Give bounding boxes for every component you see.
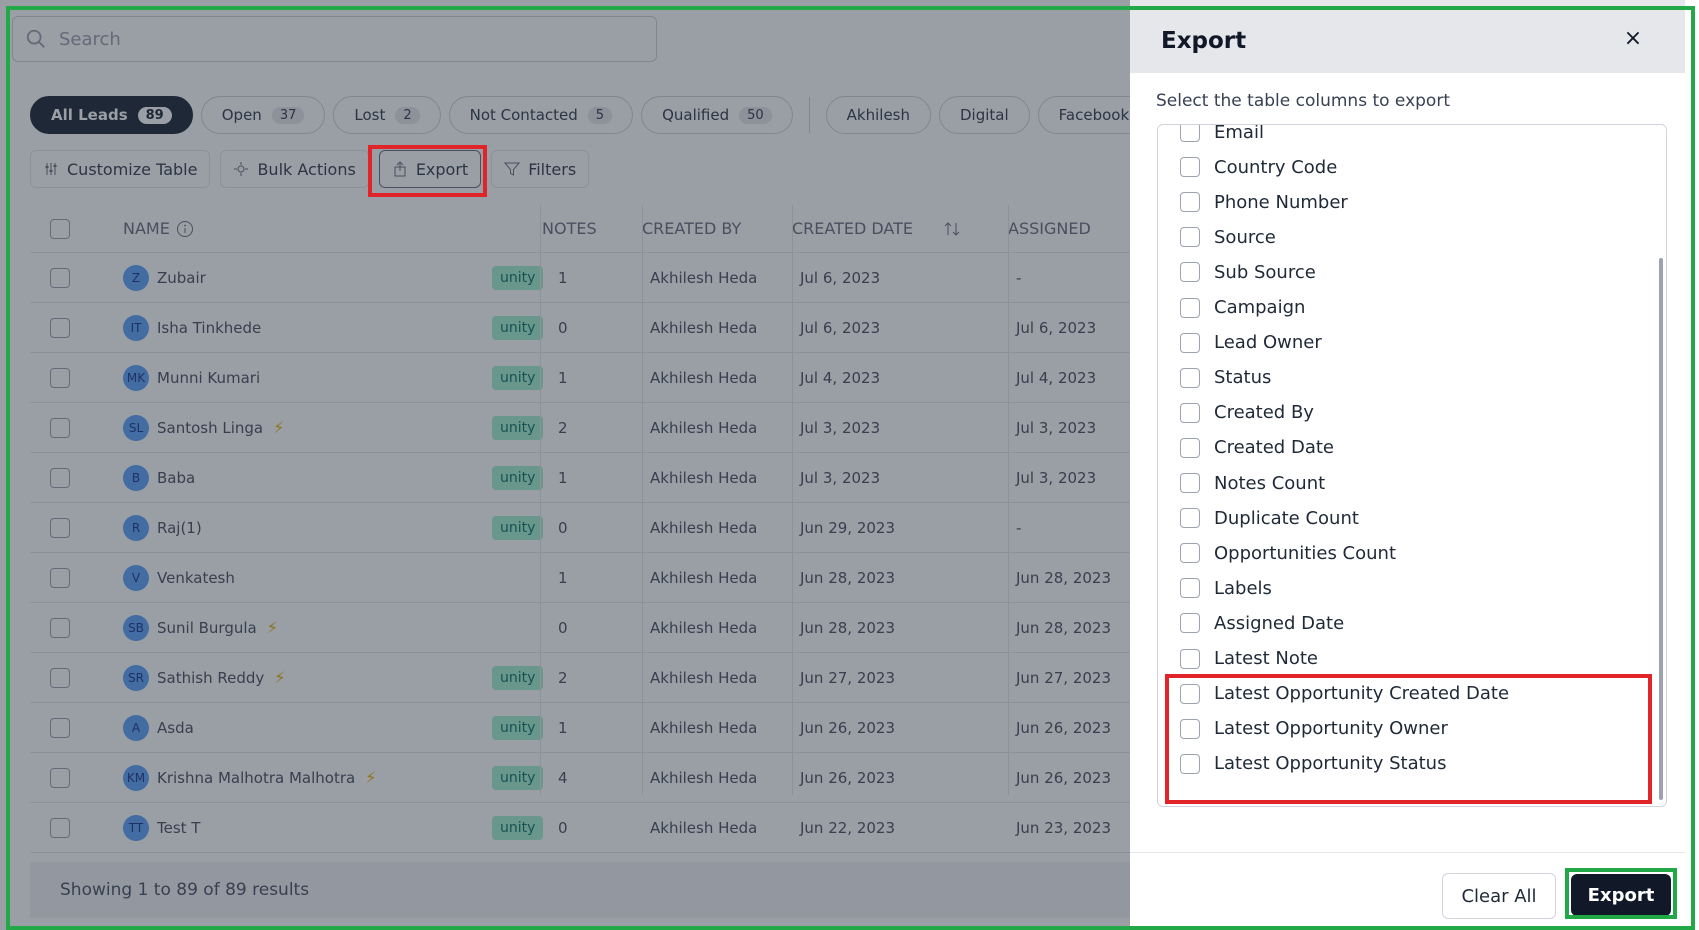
highlight-frame [6,6,1695,930]
